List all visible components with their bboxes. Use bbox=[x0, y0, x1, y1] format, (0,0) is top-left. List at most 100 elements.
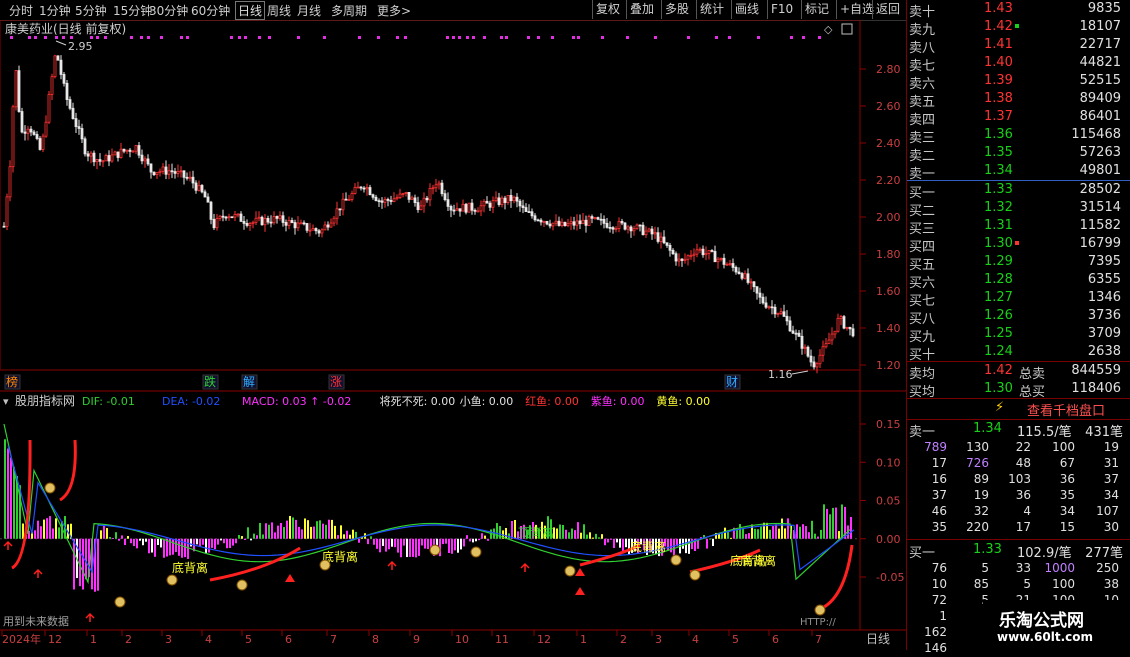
candle-body bbox=[704, 252, 708, 256]
event-dot bbox=[238, 36, 241, 39]
macd-bar bbox=[349, 534, 351, 539]
macd-bar bbox=[235, 538, 237, 544]
candle-body bbox=[515, 196, 519, 202]
toolbar-button-6[interactable]: 标记 bbox=[801, 0, 832, 19]
toolbar-button-2[interactable]: 多股 bbox=[661, 0, 692, 19]
buy-level-7[interactable]: 买八 1.26 3736 bbox=[907, 307, 1130, 327]
queue-cell: 30 bbox=[1103, 520, 1119, 534]
macd-bar bbox=[391, 538, 393, 547]
buy-level-2[interactable]: 买三 1.31 11582 bbox=[907, 217, 1130, 237]
buy-level-8[interactable]: 买九 1.25 3709 bbox=[907, 325, 1130, 345]
price-tick-label: 2.00 bbox=[876, 211, 901, 224]
sell-level-4[interactable]: 卖六 1.39 52515 bbox=[907, 72, 1130, 92]
period-10[interactable]: 更多> bbox=[377, 2, 411, 19]
event-dot bbox=[505, 36, 508, 39]
candle-body bbox=[797, 332, 801, 337]
sell-level-8[interactable]: 卖二 1.35 57263 bbox=[907, 144, 1130, 164]
candle-body bbox=[80, 128, 84, 140]
sell-level-2[interactable]: 卖八 1.41 22717 bbox=[907, 36, 1130, 56]
candle-body bbox=[209, 201, 213, 220]
time-label-10: 9 bbox=[413, 633, 420, 646]
candle-body bbox=[389, 200, 393, 202]
macd-bar bbox=[613, 538, 615, 549]
divergence-curve bbox=[59, 439, 77, 502]
candle-body bbox=[851, 328, 855, 337]
candle-body bbox=[587, 216, 591, 226]
depth-button[interactable]: ⚡ 查看千档盘口 bbox=[907, 399, 1130, 419]
macd-bar bbox=[478, 538, 480, 541]
period-4[interactable]: 30分钟 bbox=[149, 2, 188, 19]
candle-body bbox=[170, 170, 174, 173]
candle-body bbox=[746, 273, 750, 283]
level-volume: 9835 bbox=[1087, 1, 1121, 16]
toolbar-button-1[interactable]: 叠加 bbox=[626, 0, 657, 19]
macd-bar bbox=[208, 538, 210, 553]
queue-cell: 22 bbox=[1015, 440, 1031, 454]
macd-bar bbox=[136, 538, 138, 549]
event-dot bbox=[140, 36, 143, 39]
event-dot bbox=[452, 36, 455, 39]
macd-bar bbox=[460, 538, 462, 550]
diamond-icon: ◇ bbox=[824, 23, 833, 36]
sell-level-7[interactable]: 卖三 1.36 115468 bbox=[907, 126, 1130, 146]
future-data-label: 用到未来数据 bbox=[3, 614, 69, 628]
queue-cell: 34 bbox=[1059, 504, 1075, 518]
buy-level-4[interactable]: 买五 1.29 7395 bbox=[907, 253, 1130, 273]
period-9[interactable]: 多周期 bbox=[331, 2, 367, 19]
candle-body bbox=[158, 170, 162, 173]
candle-body bbox=[488, 202, 492, 208]
coin-icon bbox=[236, 579, 248, 591]
toolbar-button-7[interactable]: +自选 bbox=[836, 0, 877, 19]
period-2[interactable]: 5分钟 bbox=[75, 2, 107, 19]
event-dot bbox=[96, 36, 99, 39]
sell-level-3[interactable]: 卖七 1.40 44821 bbox=[907, 54, 1130, 74]
period-0[interactable]: 分时 bbox=[9, 2, 33, 19]
buy-level-5[interactable]: 买六 1.28 6355 bbox=[907, 271, 1130, 291]
sell-level-5[interactable]: 卖五 1.38 89409 bbox=[907, 90, 1130, 110]
candle-body bbox=[302, 222, 306, 225]
period-1[interactable]: 1分钟 bbox=[39, 2, 71, 19]
buy-level-1[interactable]: 买二 1.32 31514 bbox=[907, 199, 1130, 219]
macd-bar bbox=[496, 523, 498, 539]
level-volume: 1346 bbox=[1087, 290, 1121, 305]
candle-body bbox=[362, 187, 366, 190]
sell-level-6[interactable]: 卖四 1.37 86401 bbox=[907, 108, 1130, 128]
macd-bar bbox=[760, 526, 762, 539]
macd-bar bbox=[385, 538, 387, 552]
toolbar-button-0[interactable]: 复权 bbox=[592, 0, 623, 19]
candle-body bbox=[326, 224, 330, 228]
sell-level-0[interactable]: 卖十 1.43 9835 bbox=[907, 0, 1130, 20]
sell-level-9[interactable]: 卖一 1.34 49801 bbox=[907, 162, 1130, 182]
period-7[interactable]: 周线 bbox=[267, 2, 291, 19]
candle-body bbox=[2, 225, 6, 228]
toolbar-button-8[interactable]: 返回 bbox=[872, 0, 903, 19]
avg-row-1: 买均 1.30 总买 118406 bbox=[907, 380, 1130, 400]
candle-body bbox=[365, 187, 369, 190]
macd-bar bbox=[244, 538, 246, 540]
period-3[interactable]: 15分钟 bbox=[113, 2, 152, 19]
candle-body bbox=[443, 193, 447, 201]
level-price: 1.43 bbox=[984, 1, 1013, 16]
queue-cell: 15 bbox=[1059, 520, 1075, 534]
depth-button-label: 查看千档盘口 bbox=[1027, 404, 1106, 419]
candle-body bbox=[119, 148, 123, 158]
buy-level-9[interactable]: 买十 1.24 2638 bbox=[907, 343, 1130, 363]
candle-body bbox=[752, 281, 756, 288]
toolbar-button-3[interactable]: 统计 bbox=[696, 0, 727, 19]
toolbar-button-4[interactable]: 画线 bbox=[731, 0, 762, 19]
order-book-panel: 卖十 1.43 9835 卖九 1.42 18107 卖八 1.41 22717 卖七 1.40 44… bbox=[906, 0, 1130, 655]
macd-bar bbox=[403, 538, 405, 546]
macd-bar bbox=[121, 535, 123, 539]
period-8[interactable]: 月线 bbox=[297, 2, 321, 19]
candle-body bbox=[710, 250, 714, 252]
queue-cell: 5 bbox=[981, 561, 989, 575]
toolbar-button-5[interactable]: F10 bbox=[767, 0, 796, 19]
period-6[interactable]: 日线 bbox=[235, 1, 266, 20]
macd-bar bbox=[265, 523, 267, 539]
period-5[interactable]: 60分钟 bbox=[191, 2, 230, 19]
buy-level-6[interactable]: 买七 1.27 1346 bbox=[907, 289, 1130, 309]
low-label: 1.16 bbox=[768, 368, 793, 381]
buy-level-0[interactable]: 买一 1.33 28502 bbox=[907, 181, 1130, 201]
candle-body bbox=[383, 199, 387, 203]
candle-body bbox=[647, 228, 651, 232]
